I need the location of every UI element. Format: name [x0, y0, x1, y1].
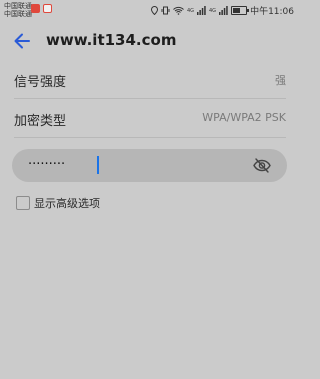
notification-app-icon: [31, 4, 40, 13]
notification-eye-icon: [43, 4, 52, 13]
signal-2-label: 4G: [209, 7, 217, 14]
encryption-value: WPA/WPA2 PSK: [202, 111, 286, 124]
arrow-left-icon: [14, 33, 30, 49]
advanced-options-label: 显示高级选项: [34, 197, 100, 210]
clock: 中午11:06: [250, 7, 294, 17]
wifi-icon: [173, 6, 184, 15]
password-input[interactable]: ·········: [12, 149, 287, 182]
location-icon: [150, 6, 158, 15]
signal-strength-row: 信号强度 强: [14, 60, 286, 99]
back-button[interactable]: [10, 30, 34, 52]
signal-strength-value: 强: [275, 74, 286, 87]
status-bar: 中国联通 中国联通 4G 4G 中午11:06: [0, 0, 300, 22]
battery-icon: [231, 6, 250, 15]
password-value: ·········: [28, 157, 66, 172]
battery-fill: [233, 8, 241, 13]
signal-2-icon: [219, 6, 228, 15]
advanced-options-checkbox[interactable]: [16, 196, 30, 210]
toggle-password-visibility-button[interactable]: [253, 157, 271, 174]
text-caret: [97, 156, 99, 174]
carrier-labels: 中国联通 中国联通: [4, 2, 32, 18]
eye-slash-icon: [253, 158, 271, 173]
page-title: www.it134.com: [46, 31, 177, 49]
carrier-1-label: 中国联通: [4, 2, 32, 10]
signal-1-label: 4G: [186, 7, 194, 14]
encryption-label: 加密类型: [14, 114, 67, 129]
carrier-2-label: 中国联通: [4, 10, 32, 18]
signal-1-icon: [197, 6, 206, 15]
app-bar: www.it134.com: [0, 22, 300, 60]
status-right: 4G 4G 中午11:06: [150, 4, 294, 17]
notification-icons: [31, 4, 52, 13]
vibrate-icon: [161, 6, 170, 15]
encryption-row: 加密类型 WPA/WPA2 PSK: [14, 99, 286, 138]
signal-strength-label: 信号强度: [14, 75, 67, 90]
